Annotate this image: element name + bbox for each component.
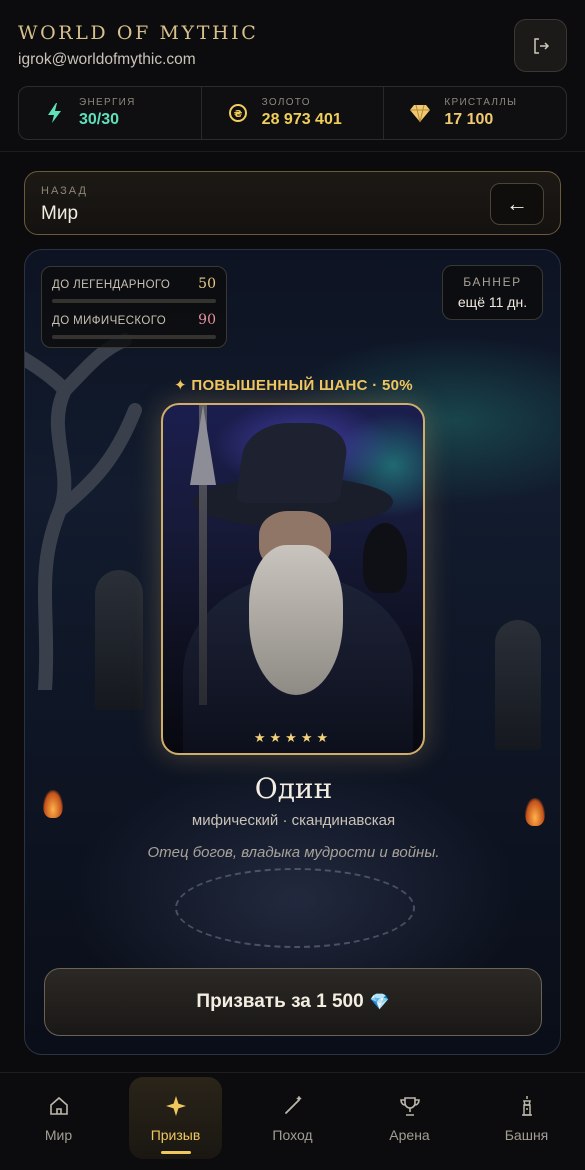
pity-legendary-label: ДО ЛЕГЕНДАРНОГО (52, 279, 171, 291)
pity-legendary: ДО ЛЕГЕНДАРНОГО 50 (52, 276, 216, 312)
nav-item-label: Башня (504, 1127, 549, 1143)
user-email: igrok@worldofmythic.com (18, 51, 196, 68)
svg-text:₴: ₴ (233, 109, 242, 120)
trophy-icon (397, 1093, 423, 1119)
stat-gold-value: 28 973 401 (261, 111, 342, 128)
pity-counter: ДО ЛЕГЕНДАРНОГО 50 ДО МИФИЧЕСКОГО 90 (41, 266, 227, 348)
hero-art-hat (235, 423, 351, 503)
wand-icon (280, 1093, 306, 1119)
tower-icon (514, 1093, 540, 1119)
stat-energy-label: ЭНЕРГИЯ (79, 97, 136, 108)
nav-item-label: Призыв (150, 1127, 201, 1143)
gem-icon: 💎 (369, 994, 390, 1011)
hero-rarity-stars: ★★★★★ (253, 730, 333, 745)
rune-circle (175, 868, 415, 948)
stat-gold: ₴ ЗОЛОТО 28 973 401 (202, 87, 385, 139)
logout-icon (533, 37, 549, 54)
pity-mythic-label: ДО МИФИЧЕСКОГО (52, 315, 167, 327)
arrow-left-icon: ← (506, 191, 528, 216)
standing-stone (495, 620, 541, 750)
resource-stats: ЭНЕРГИЯ 30/30 ₴ ЗОЛОТО 28 973 401 КРИСТА… (18, 86, 567, 140)
stat-crystals: КРИСТАЛЛЫ 17 100 (384, 87, 566, 139)
pity-legendary-bar (52, 299, 216, 303)
lightning-icon (43, 101, 67, 125)
stat-gold-label: ЗОЛОТО (261, 97, 311, 108)
stat-energy-value: 30/30 (79, 111, 120, 128)
back-label: НАЗАД (41, 185, 88, 197)
pity-mythic: ДО МИФИЧЕСКОГО 90 (52, 312, 216, 348)
banner-label: БАННЕР (463, 275, 522, 289)
summon-label: Призвать за 1 500 (196, 991, 364, 1012)
nav-item-tower[interactable]: Башня (468, 1073, 585, 1170)
hero-art-raven (363, 523, 407, 593)
home-icon (46, 1093, 72, 1119)
sparkle-icon (163, 1093, 189, 1119)
hero-description: Отец богов, владыка мудрости и войны. (147, 844, 440, 861)
stat-crystals-value: 17 100 (444, 111, 494, 128)
hero-subtitle: мифический · скандинавская (191, 812, 396, 829)
back-location: Мир (41, 203, 79, 224)
nav-item-summon[interactable]: Призыв (117, 1073, 234, 1170)
coin-icon: ₴ (226, 101, 250, 125)
banner-remaining: ещё 11 дн. (457, 294, 528, 310)
logout-button[interactable] (514, 19, 567, 72)
nav-active-indicator (160, 1151, 191, 1154)
stat-crystals-label: КРИСТАЛЛЫ (444, 97, 518, 108)
standing-stone (95, 570, 143, 710)
hero-art-spear-tip (190, 405, 216, 485)
hero-art-beard (249, 545, 343, 695)
summon-banner-card: ДО ЛЕГЕНДАРНОГО 50 ДО МИФИЧЕСКОГО 90 БАН… (24, 249, 561, 1055)
nav-item-quest[interactable]: Поход (234, 1073, 351, 1170)
hero-name: Один (254, 772, 333, 805)
nav-item-world[interactable]: Мир (0, 1073, 117, 1170)
nav-item-label: Поход (272, 1127, 313, 1143)
pity-mythic-bar (52, 335, 216, 339)
app-header: WORLD OF MYTHIC igrok@worldofmythic.com … (0, 0, 585, 152)
hero-card[interactable]: ★★★★★ (161, 403, 425, 755)
diamond-icon (408, 101, 432, 125)
bottom-nav: Мир Призыв Поход Арена Башня (0, 1072, 585, 1170)
banner-timer: БАННЕР ещё 11 дн. (442, 265, 543, 320)
nav-item-label: Мир (44, 1127, 73, 1143)
nav-item-arena[interactable]: Арена (351, 1073, 468, 1170)
nav-item-label: Арена (389, 1127, 430, 1143)
back-button[interactable]: ← (490, 183, 544, 225)
summon-button[interactable]: Призвать за 1 500 💎 (44, 968, 542, 1036)
stat-energy: ЭНЕРГИЯ 30/30 (19, 87, 202, 139)
pity-mythic-value: 90 (198, 312, 216, 328)
pity-legendary-value: 50 (198, 276, 216, 292)
back-bar: НАЗАД Мир ← (24, 171, 561, 235)
brand-title: WORLD OF MYTHIC (18, 22, 259, 44)
rate-up-badge: ✦ ПОВЫШЕННЫЙ ШАНС · 50% (174, 377, 413, 394)
